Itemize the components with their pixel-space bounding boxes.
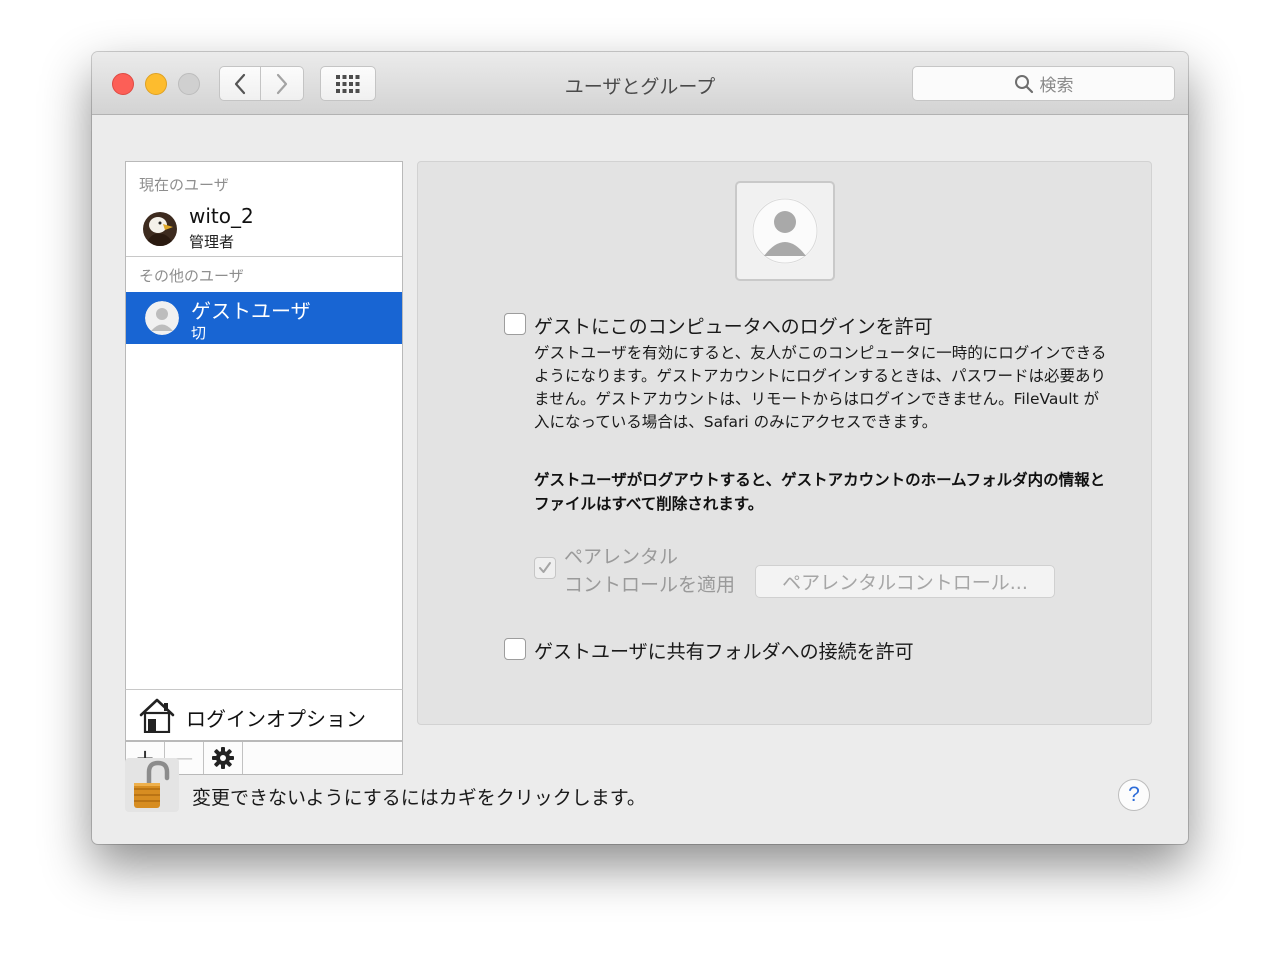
user-list: 現在のユーザ wito_2 管理者 その他のユーザ ゲストユーザ 切: [125, 161, 403, 724]
lock-instruction-text: 変更できないようにするにはカギをクリックします。: [192, 787, 646, 809]
guest-picture[interactable]: [735, 181, 835, 281]
parental-controls-checkbox[interactable]: [534, 557, 556, 579]
login-options-label: ログインオプション: [186, 707, 366, 731]
avatar: [145, 301, 179, 335]
house-icon: [139, 698, 175, 733]
shared-folders-checkbox[interactable]: [504, 638, 526, 660]
parental-controls-button[interactable]: ペアレンタルコントロール...: [755, 565, 1055, 598]
action-menu-button[interactable]: [204, 742, 243, 774]
guest-user-name: ゲストユーザ: [191, 299, 311, 323]
person-silhouette-icon: [752, 198, 818, 264]
person-silhouette-icon: [145, 301, 179, 335]
user-item-guest[interactable]: ゲストユーザ 切: [126, 292, 402, 344]
system-preferences-window: ユーザとグループ 検索 現在のユーザ wito_2 管理者 その他のユーザ ゲス…: [92, 52, 1188, 844]
help-button[interactable]: ?: [1118, 779, 1150, 811]
guest-warning: ゲストユーザがログアウトすると、ゲストアカウントのホームフォルダ内の情報とファイ…: [534, 471, 1106, 513]
parental-controls-label-line1: ペアレンタル: [564, 546, 679, 568]
guest-description: ゲストユーザを有効にすると、友人がこのコンピュータに一時的にログインできるように…: [534, 344, 1107, 431]
guest-user-status: 切: [191, 324, 207, 342]
pane-content: 現在のユーザ wito_2 管理者 その他のユーザ ゲストユーザ 切 ログインオ…: [92, 115, 1188, 844]
search-placeholder: 検索: [1039, 76, 1074, 96]
guest-settings-panel: ゲストにこのコンピュータへのログインを許可 ゲストユーザを有効にすると、友人がこ…: [417, 161, 1152, 725]
current-user-role: 管理者: [189, 233, 235, 251]
eagle-avatar-icon: [143, 212, 177, 246]
search-icon: [1014, 74, 1033, 93]
avatar: [143, 212, 177, 246]
current-user-name: wito_2: [189, 204, 254, 228]
other-users-header: その他のユーザ: [139, 267, 244, 285]
title-bar: ユーザとグループ 検索: [92, 52, 1188, 115]
unlocked-padlock-icon: [125, 758, 179, 812]
login-options-item[interactable]: ログインオプション: [125, 689, 403, 741]
question-mark-icon: ?: [1128, 783, 1140, 806]
allow-guest-login-label: ゲストにこのコンピュータへのログインを許可: [534, 316, 933, 338]
section-divider: [126, 256, 402, 257]
current-user-header: 現在のユーザ: [139, 176, 229, 194]
shared-folders-label: ゲストユーザに共有フォルダへの接続を許可: [534, 641, 914, 663]
search-field[interactable]: 検索: [912, 66, 1175, 101]
user-item-current[interactable]: wito_2 管理者: [126, 198, 402, 254]
parental-controls-label-line2: コントロールを適用: [564, 574, 736, 596]
gear-icon: [212, 747, 234, 769]
checkmark-icon: [539, 562, 551, 573]
allow-guest-login-checkbox[interactable]: [504, 313, 526, 335]
lock-button[interactable]: [125, 758, 179, 812]
